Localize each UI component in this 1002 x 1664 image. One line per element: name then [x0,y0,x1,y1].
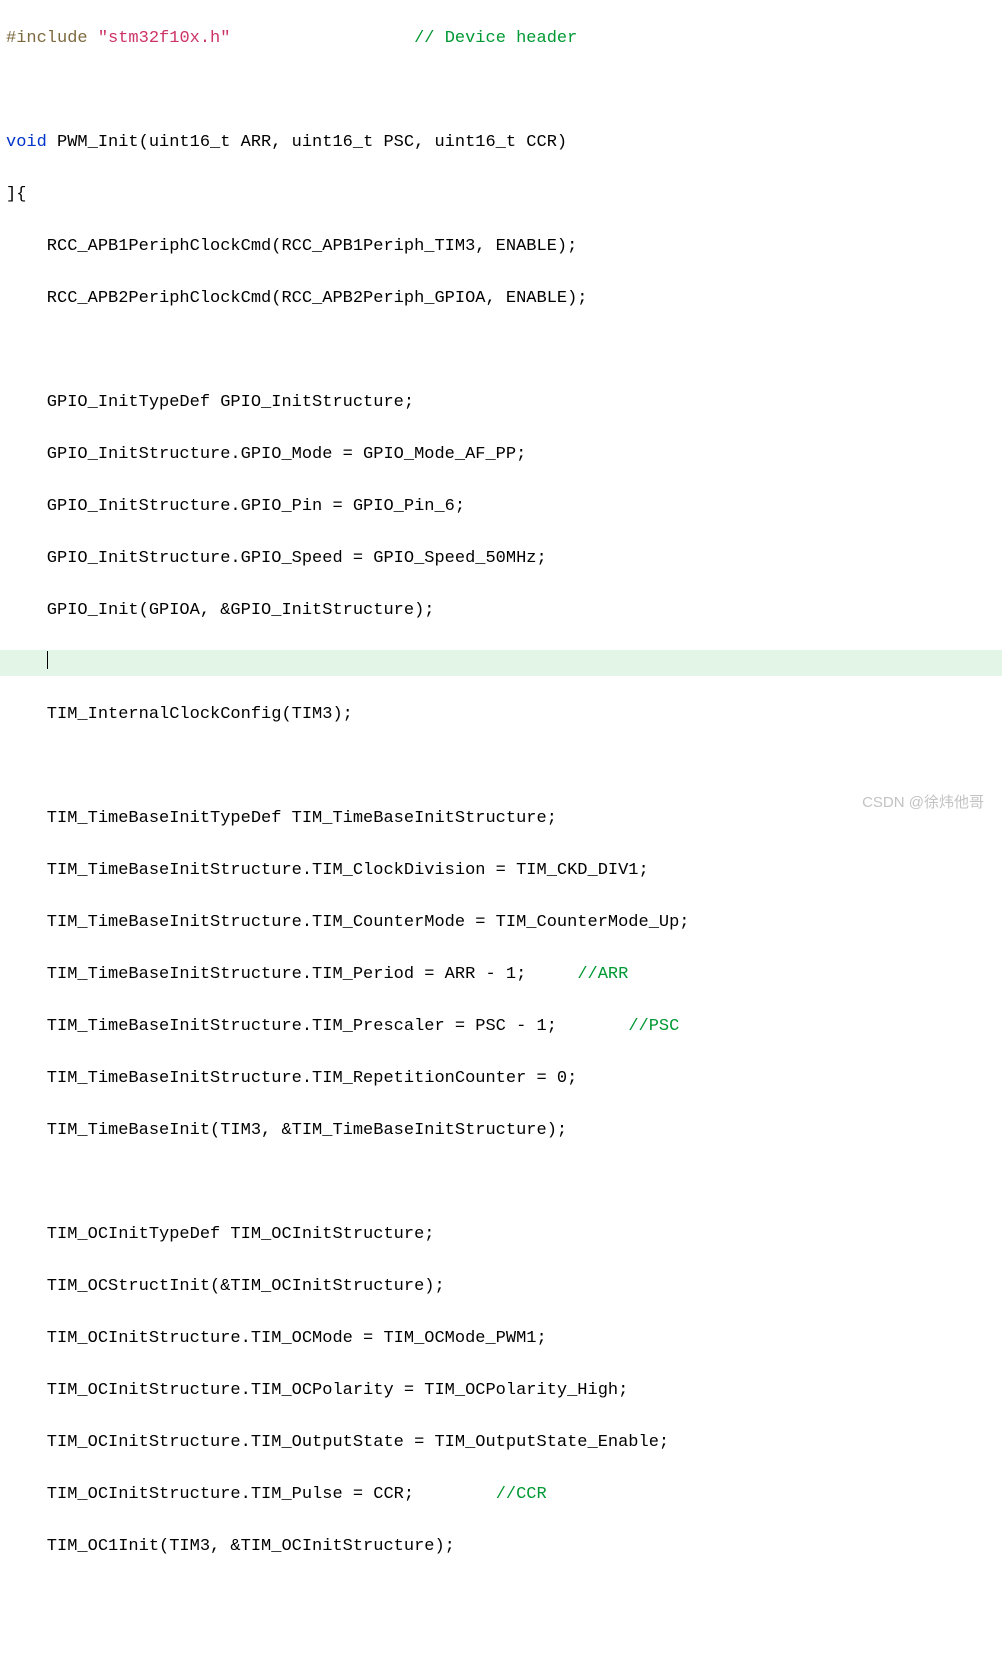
comment-token: //CCR [496,1485,547,1504]
code-line [0,1638,1002,1664]
code-line: GPIO_InitStructure.GPIO_Speed = GPIO_Spe… [0,546,1002,572]
code-line [0,338,1002,364]
code-line: TIM_OCStructInit(&TIM_OCInitStructure); [0,1274,1002,1300]
code-line: TIM_OC1Init(TIM3, &TIM_OCInitStructure); [0,1534,1002,1560]
code-line: TIM_OCInitStructure.TIM_OCPolarity = TIM… [0,1378,1002,1404]
code-line: TIM_TimeBaseInitStructure.TIM_Prescaler … [0,1014,1002,1040]
code-line: void PWM_Init(uint16_t ARR, uint16_t PSC… [0,130,1002,156]
code-line [0,754,1002,780]
code-line [0,1586,1002,1612]
code-line: ]{ [0,182,1002,208]
code-line: TIM_TimeBaseInit(TIM3, &TIM_TimeBaseInit… [0,1118,1002,1144]
code-line: TIM_TimeBaseInitStructure.TIM_CounterMod… [0,910,1002,936]
code-editor[interactable]: #include "stm32f10x.h" // Device header … [0,0,1002,1664]
code-line: GPIO_InitTypeDef GPIO_InitStructure; [0,390,1002,416]
code-line: RCC_APB2PeriphClockCmd(RCC_APB2Periph_GP… [0,286,1002,312]
text-cursor [47,651,48,669]
watermark-text: CSDN @徐炜他哥 [862,790,984,816]
code-line-highlighted [0,650,1002,676]
code-line: GPIO_InitStructure.GPIO_Pin = GPIO_Pin_6… [0,494,1002,520]
keyword-token: void [6,133,47,152]
comment-token: // Device header [414,29,577,48]
code-line: TIM_OCInitStructure.TIM_OutputState = TI… [0,1430,1002,1456]
code-line [0,78,1002,104]
comment-token: //ARR [577,965,628,984]
code-line: TIM_OCInitStructure.TIM_OCMode = TIM_OCM… [0,1326,1002,1352]
preproc-token: #include [6,29,98,48]
code-line: TIM_InternalClockConfig(TIM3); [0,702,1002,728]
code-line [0,1170,1002,1196]
code-line: TIM_TimeBaseInitStructure.TIM_Period = A… [0,962,1002,988]
code-line: RCC_APB1PeriphClockCmd(RCC_APB1Periph_TI… [0,234,1002,260]
code-line: GPIO_InitStructure.GPIO_Mode = GPIO_Mode… [0,442,1002,468]
string-token: "stm32f10x.h" [98,29,231,48]
code-line: GPIO_Init(GPIOA, &GPIO_InitStructure); [0,598,1002,624]
code-line: #include "stm32f10x.h" // Device header [0,26,1002,52]
comment-token: //PSC [628,1017,679,1036]
code-line: TIM_OCInitStructure.TIM_Pulse = CCR; //C… [0,1482,1002,1508]
code-line: TIM_TimeBaseInitStructure.TIM_ClockDivis… [0,858,1002,884]
code-line: TIM_TimeBaseInitStructure.TIM_Repetition… [0,1066,1002,1092]
code-line: TIM_TimeBaseInitTypeDef TIM_TimeBaseInit… [0,806,1002,832]
code-line: TIM_OCInitTypeDef TIM_OCInitStructure; [0,1222,1002,1248]
